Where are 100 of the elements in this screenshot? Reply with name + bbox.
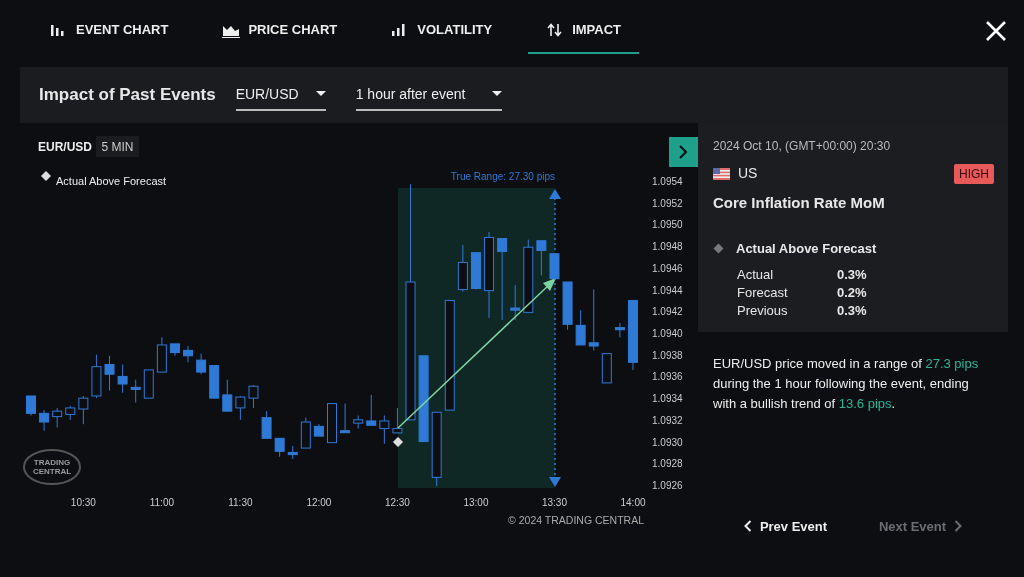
price-tick: 1.0930 <box>652 436 683 448</box>
price-tick: 1.0928 <box>652 458 683 470</box>
price-tick: 1.0946 <box>652 262 683 274</box>
field-value: 0.3% <box>837 266 868 284</box>
impact-badge: HIGH <box>954 163 994 184</box>
pair-dropdown[interactable]: EUR/USD <box>235 79 326 111</box>
time-tick: 10:30 <box>70 497 96 508</box>
tab[interactable]: EVENT CHART <box>32 5 187 55</box>
time-tick: 13:00 <box>463 497 489 508</box>
candle <box>143 369 154 399</box>
price-tick: 1.0936 <box>652 371 683 383</box>
price-tick: 1.0926 <box>652 480 683 491</box>
candle <box>379 415 390 445</box>
chevron-right-icon <box>954 520 963 533</box>
event-datetime: 2024 Oct 10, (GMT+00:00) 20:30 <box>713 138 892 155</box>
candle <box>52 407 63 428</box>
candle <box>510 284 521 321</box>
price-tick: 1.0948 <box>652 241 683 253</box>
candle <box>209 365 220 399</box>
price-tick: 1.0938 <box>652 349 683 361</box>
tab[interactable]: IMPACT <box>528 5 640 55</box>
candle <box>39 409 50 432</box>
time-tick: 11:30 <box>228 497 253 508</box>
diamond-icon <box>41 171 51 181</box>
watermark-logo: TRADING CENTRAL <box>23 449 81 485</box>
period-dropdown[interactable]: 1 hour after event <box>355 79 502 111</box>
tab[interactable]: VOLATILITY <box>373 5 511 55</box>
candle <box>169 343 180 357</box>
candle <box>340 403 351 434</box>
symbol-label: EUR/USD <box>38 140 92 154</box>
copyright-text: © 2024 TRADING CENTRAL <box>508 514 644 526</box>
range-label: True Range: 27.30 pips <box>450 171 555 182</box>
time-tick: 11:00 <box>149 497 174 508</box>
price-tick: 1.0940 <box>652 328 683 339</box>
candle <box>549 253 560 280</box>
price-tick: 1.0942 <box>652 306 683 318</box>
candle <box>628 299 638 371</box>
candle <box>78 395 89 425</box>
caret-icon <box>315 91 326 97</box>
chevron-left-icon <box>743 520 752 533</box>
time-tick: 14:00 <box>620 497 646 508</box>
field-label: Actual <box>737 266 775 284</box>
candle <box>274 437 285 458</box>
time-tick: 12:00 <box>306 497 332 508</box>
event-title: Core Inflation Rate MoM <box>713 193 886 213</box>
candle <box>183 345 194 363</box>
caret-icon <box>491 91 502 97</box>
candle <box>222 379 233 412</box>
diamond-icon <box>713 242 724 254</box>
candle <box>248 384 259 409</box>
candle <box>130 379 141 403</box>
time-tick: 12:30 <box>384 497 410 508</box>
price-tick: 1.0934 <box>652 393 683 405</box>
prev-event-button[interactable]: Prev Event <box>737 512 834 540</box>
field-value: 0.2% <box>837 284 868 302</box>
candle <box>117 364 128 394</box>
timeframe-badge: 5 MIN <box>96 136 139 157</box>
candle <box>327 403 337 444</box>
summary-text: EUR/USD price moved in a range of 27.3 pips during the 1 hour following the event, ending with a bullish trend of 13.6 pips. <box>713 355 980 413</box>
time-tick: 13:30 <box>541 497 567 508</box>
up-down-arrows-icon <box>546 21 565 38</box>
candle <box>235 395 246 421</box>
candle <box>104 355 115 392</box>
outcome-label: Actual Above Forecast <box>736 239 877 258</box>
price-tick: 1.0950 <box>652 219 683 231</box>
candle <box>353 415 364 430</box>
event-marker-icon <box>392 436 404 448</box>
field-label: Forecast <box>737 284 789 302</box>
candle <box>261 410 272 439</box>
candle <box>575 309 586 346</box>
candle <box>392 407 403 434</box>
candle <box>65 405 76 421</box>
candle <box>287 445 298 460</box>
candle <box>300 417 311 449</box>
price-tick: 1.0952 <box>652 197 683 209</box>
candle <box>156 336 167 373</box>
field-value: 0.3% <box>837 302 868 320</box>
candle <box>196 353 207 375</box>
candle <box>601 353 612 384</box>
candle <box>366 394 377 426</box>
candle <box>91 354 102 399</box>
price-tick: 1.0954 <box>652 176 683 187</box>
close-button[interactable] <box>984 18 1008 42</box>
tab[interactable]: PRICE CHART <box>204 5 356 55</box>
candle <box>614 322 625 338</box>
candle <box>562 281 573 331</box>
field-label: Previous <box>737 302 789 320</box>
price-tick: 1.0932 <box>652 414 683 426</box>
candle <box>457 244 468 293</box>
candle <box>588 289 599 351</box>
legend-label: Actual Above Forecast <box>56 175 167 187</box>
price-tick: 1.0944 <box>652 284 683 296</box>
expand-panel-button[interactable] <box>669 137 698 167</box>
candle <box>313 423 324 437</box>
candle <box>536 240 547 276</box>
flag-icon <box>713 167 730 180</box>
candle <box>26 395 36 416</box>
section-title: Impact of Past Events <box>39 84 216 107</box>
country-label: US <box>738 164 758 183</box>
candle <box>470 252 481 291</box>
